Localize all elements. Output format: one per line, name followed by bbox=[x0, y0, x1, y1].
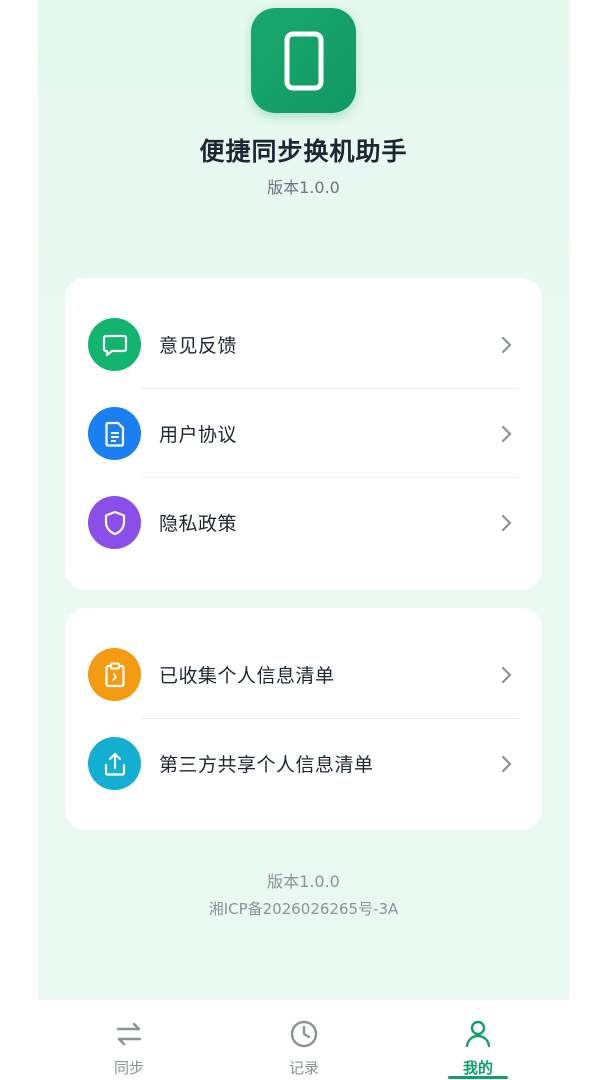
footer-version: 版本1.0.0 bbox=[267, 872, 340, 891]
menu-item-label: 已收集个人信息清单 bbox=[159, 665, 335, 687]
settings-card-personal-info: 已收集个人信息清单 第三方共享个人信息清单 bbox=[65, 608, 542, 830]
active-tab-indicator bbox=[448, 1076, 508, 1079]
tab-label: 同步 bbox=[113, 1059, 144, 1077]
menu-item-privacy-policy[interactable]: 隐私政策 bbox=[65, 478, 542, 567]
chat-bubble-icon bbox=[88, 318, 141, 371]
chevron-right-icon bbox=[501, 336, 512, 353]
bottom-tab-bar: 同步 记录 我的 bbox=[0, 1003, 607, 1080]
tab-records[interactable]: 记录 bbox=[244, 1003, 364, 1080]
chevron-right-icon bbox=[501, 425, 512, 442]
document-icon bbox=[88, 407, 141, 460]
settings-card-general: 意见反馈 用户协议 隐私政策 bbox=[65, 278, 542, 590]
chevron-right-icon bbox=[501, 514, 512, 531]
app-header: 便捷同步换机助手 版本1.0.0 bbox=[0, 0, 607, 230]
clipboard-icon bbox=[88, 648, 141, 701]
menu-item-user-agreement[interactable]: 用户协议 bbox=[65, 389, 542, 478]
menu-item-feedback[interactable]: 意见反馈 bbox=[65, 300, 542, 389]
app-title: 便捷同步换机助手 bbox=[199, 137, 408, 166]
menu-item-third-party-info[interactable]: 第三方共享个人信息清单 bbox=[65, 719, 542, 808]
tab-sync[interactable]: 同步 bbox=[69, 1003, 189, 1080]
person-icon bbox=[465, 1020, 491, 1048]
upload-icon bbox=[88, 737, 141, 790]
menu-item-label: 意见反馈 bbox=[159, 335, 238, 357]
tab-label: 我的 bbox=[462, 1059, 493, 1077]
app-version: 版本1.0.0 bbox=[267, 178, 340, 197]
menu-item-label: 第三方共享个人信息清单 bbox=[159, 754, 374, 776]
menu-item-label: 用户协议 bbox=[159, 424, 238, 446]
tab-mine[interactable]: 我的 bbox=[418, 1003, 538, 1080]
chevron-right-icon bbox=[501, 755, 512, 772]
menu-item-label: 隐私政策 bbox=[159, 513, 238, 535]
clock-icon bbox=[290, 1020, 318, 1048]
shield-icon bbox=[88, 496, 141, 549]
footer-icp-record: 湘ICP备2026026265号-3A bbox=[208, 900, 399, 918]
menu-item-collected-info[interactable]: 已收集个人信息清单 bbox=[65, 630, 542, 719]
chevron-right-icon bbox=[501, 666, 512, 683]
tab-label: 记录 bbox=[288, 1059, 319, 1077]
swap-arrows-icon bbox=[116, 1022, 142, 1046]
app-logo-icon bbox=[251, 8, 356, 113]
